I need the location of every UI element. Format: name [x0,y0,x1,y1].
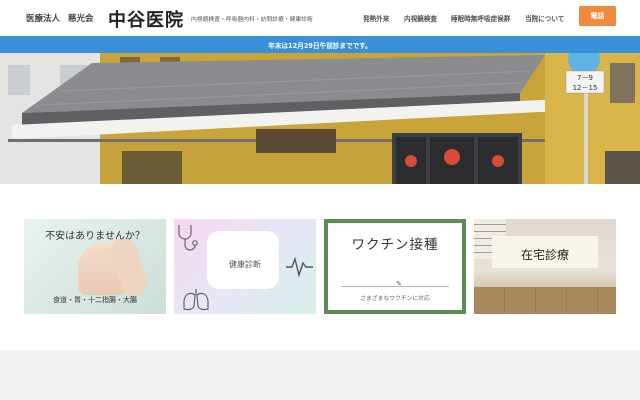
stethoscope-icon [178,225,198,251]
lungs-icon [183,289,209,311]
card-health-checkup[interactable]: 健康診断 [174,219,316,314]
card-endoscopy[interactable]: 不安はありませんか？ 食道・胃・十二指腸・大腸 [24,219,166,314]
card-health-checkup-title: 健康診断 [229,260,261,269]
nav-fever-clinic[interactable]: 発熱外来 [363,13,389,23]
nav-sleep-apnea[interactable]: 睡眠時無呼吸症候群 [451,13,510,23]
organization-name: 医療法人 慈光会 [26,12,102,24]
pen-icon: ✎ [396,280,402,288]
sign-text-2: 12－15 [573,84,598,92]
card-endoscopy-subtitle: 食道・胃・十二指腸・大腸 [53,296,137,304]
hero-image: 7－9 12－15 [0,53,640,184]
card-vaccination-title: ワクチン接種 [351,237,439,253]
clinic-building-photo: 7－9 12－15 [0,53,640,184]
site-logo[interactable]: 中谷医院 [108,6,184,32]
card-home-care[interactable]: 在宅診療 [474,219,616,314]
nav-endoscopy[interactable]: 内視鏡検査 [404,13,437,23]
card-endoscopy-title: 不安はありませんか？ [45,231,145,242]
card-home-care-title: 在宅診療 [520,248,569,262]
nav-about[interactable]: 当院について [525,13,564,23]
notice-bar: 年末は12月29日午前診までです。 [0,36,640,53]
site-tagline: 内視鏡検査・呼吸器内科・訪問診療・健康診断 [191,17,313,23]
site-header: 医療法人 慈光会 中谷医院 内視鏡検査・呼吸器内科・訪問診療・健康診断 発熱外来 … [0,0,640,36]
org-name: 慈光会 [68,14,94,24]
sign-text-1: 7－9 [577,74,593,82]
org-type: 医療法人 [26,14,61,24]
service-cards: 不安はありませんか？ 食道・胃・十二指腸・大腸 健康診断 ワクチン接種 ✎ さま… [0,184,640,350]
phone-button[interactable]: 電話 [579,6,616,26]
notice-text: 年末は12月29日午前診までです。 [268,41,372,50]
card-vaccination-subtitle: さまざまなワクチンに対応 [360,296,430,302]
card-vaccination[interactable]: ワクチン接種 ✎ さまざまなワクチンに対応 [324,219,466,314]
